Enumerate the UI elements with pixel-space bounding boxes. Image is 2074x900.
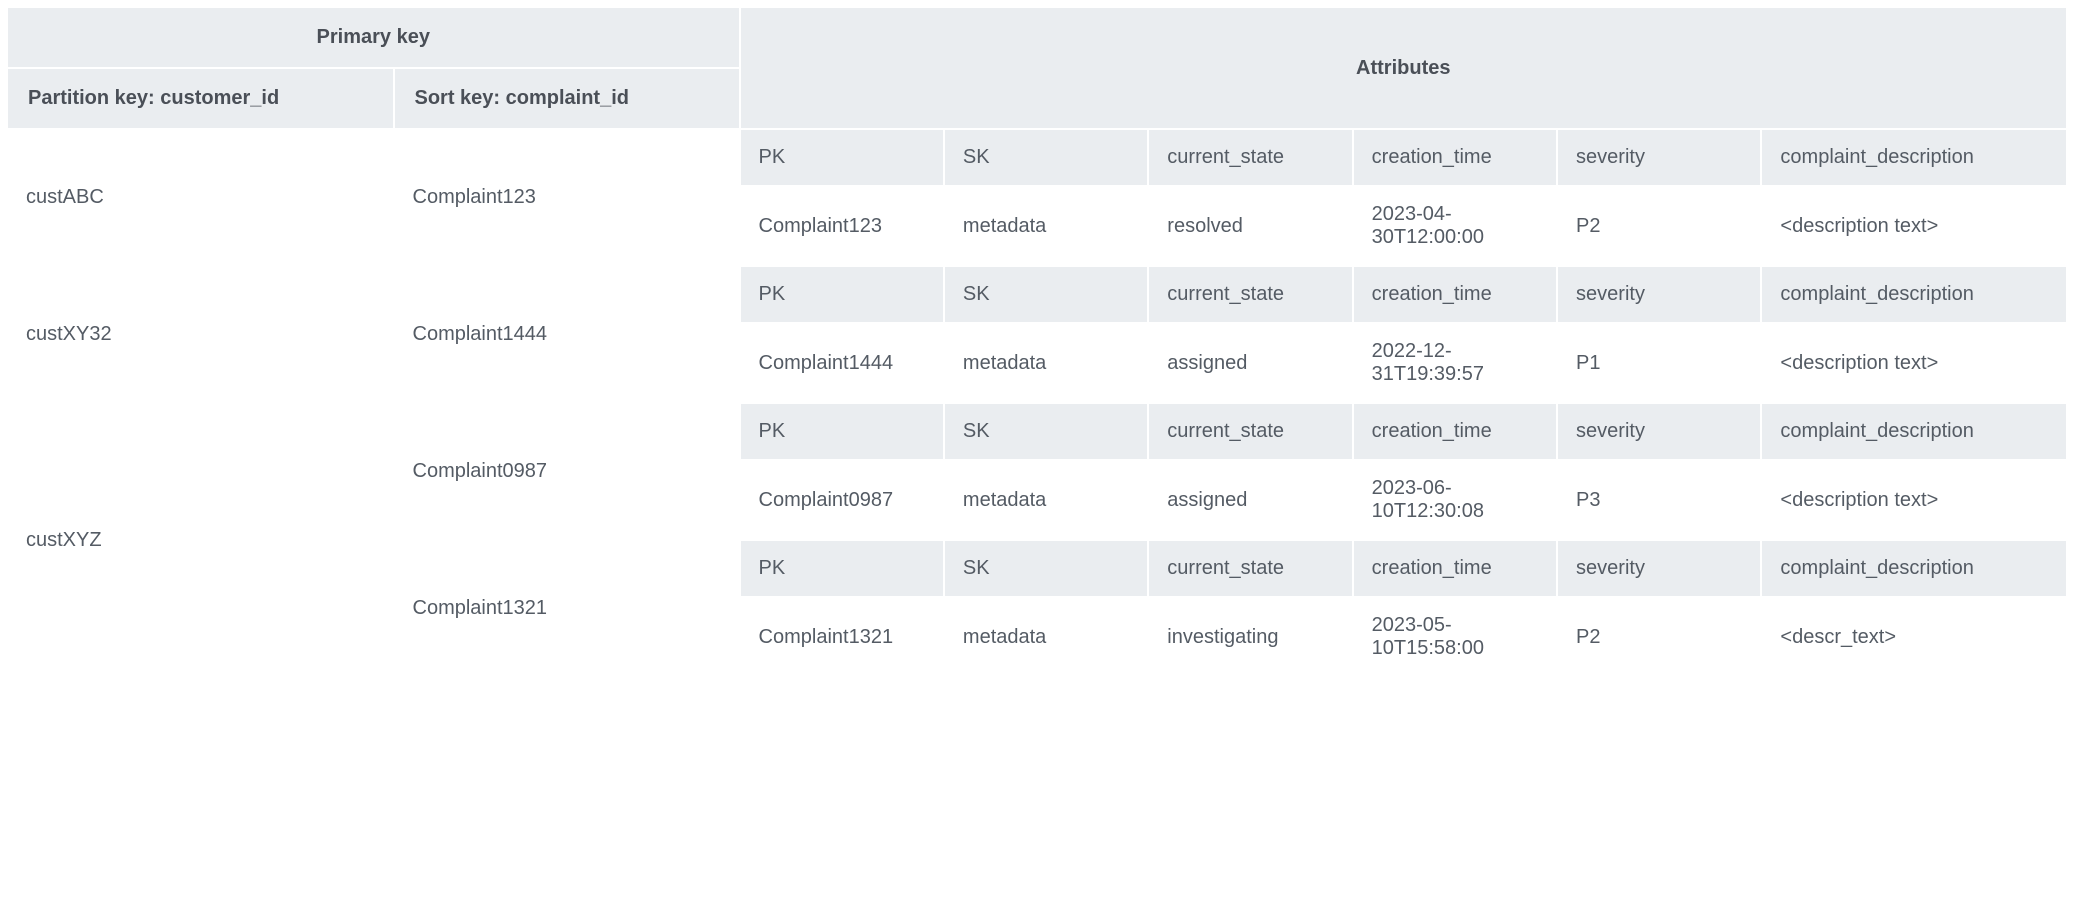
attr-value: P3 [1558,461,1760,539]
attr-header: SK [945,404,1147,459]
header-primary-key: Primary key [8,8,739,67]
attr-header: creation_time [1354,130,1556,185]
attr-value: metadata [945,324,1147,402]
attr-value: 2023-04-30T12:00:00 [1354,187,1556,265]
attr-header: severity [1558,267,1760,322]
attr-header: complaint_description [1762,541,2066,596]
attr-value: <descr_text> [1762,598,2066,676]
sort-key-value: Complaint123 [395,130,739,265]
partition-key-value: custXYZ [8,404,393,676]
sort-key-value: Complaint1444 [395,267,739,402]
attr-value: assigned [1149,324,1351,402]
attr-value: Complaint1444 [741,324,943,402]
attr-header: complaint_description [1762,130,2066,185]
attr-header: SK [945,267,1147,322]
attr-header: severity [1558,541,1760,596]
attr-value: <description text> [1762,461,2066,539]
attr-value: <description text> [1762,324,2066,402]
attr-header: current_state [1149,267,1351,322]
attr-value: P2 [1558,598,1760,676]
attr-value: Complaint123 [741,187,943,265]
attr-header: PK [741,404,943,459]
attr-value: 2022-12-31T19:39:57 [1354,324,1556,402]
header-sort-key: Sort key: complaint_id [395,69,739,128]
attr-value: investigating [1149,598,1351,676]
attr-header: SK [945,130,1147,185]
attr-value: metadata [945,187,1147,265]
attr-header: creation_time [1354,404,1556,459]
attr-header: SK [945,541,1147,596]
sort-key-value: Complaint1321 [395,541,739,676]
attr-value: <description text> [1762,187,2066,265]
sort-key-value: Complaint0987 [395,404,739,539]
attr-header: creation_time [1354,267,1556,322]
attr-value: 2023-05-10T15:58:00 [1354,598,1556,676]
attr-header: PK [741,267,943,322]
attr-header: complaint_description [1762,267,2066,322]
attr-value: resolved [1149,187,1351,265]
attr-value: P1 [1558,324,1760,402]
attr-header: PK [741,541,943,596]
header-partition-key: Partition key: customer_id [8,69,393,128]
attr-value: metadata [945,461,1147,539]
attr-value: Complaint0987 [741,461,943,539]
attr-header: current_state [1149,130,1351,185]
attr-header: PK [741,130,943,185]
attr-value: assigned [1149,461,1351,539]
attr-value: Complaint1321 [741,598,943,676]
attr-header: severity [1558,130,1760,185]
attr-header: complaint_description [1762,404,2066,459]
attr-header: creation_time [1354,541,1556,596]
attr-value: 2023-06-10T12:30:08 [1354,461,1556,539]
header-attributes: Attributes [741,8,2066,128]
partition-key-value: custABC [8,130,393,265]
attr-header: current_state [1149,404,1351,459]
attr-header: severity [1558,404,1760,459]
partition-key-value: custXY32 [8,267,393,402]
attr-value: metadata [945,598,1147,676]
attr-header: current_state [1149,541,1351,596]
attr-value: P2 [1558,187,1760,265]
dynamodb-schema-table: Primary key Attributes Partition key: cu… [6,6,2068,678]
